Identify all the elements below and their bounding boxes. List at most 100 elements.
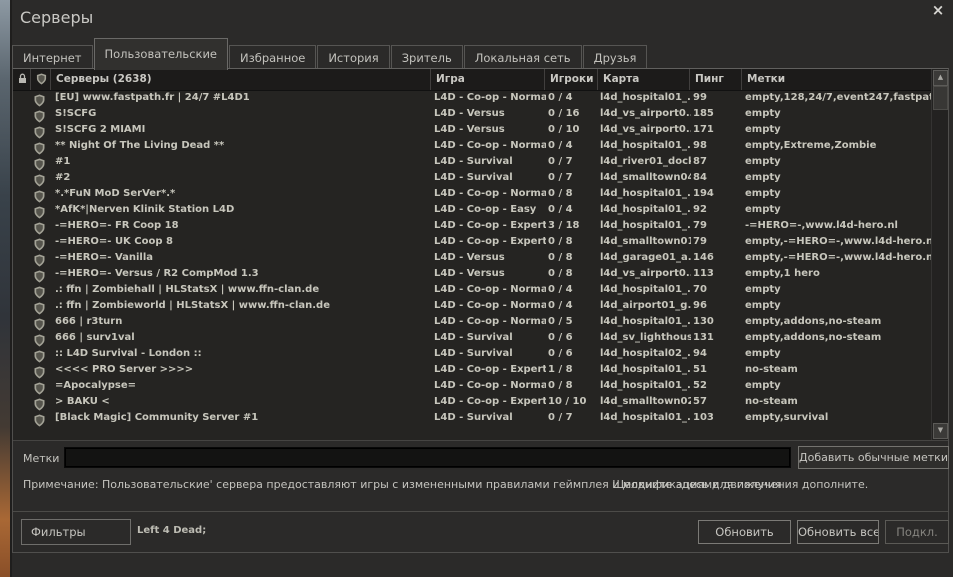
server-row[interactable]: -=HERO=- Versus / R2 CompMod 1.3 L4D - V… bbox=[13, 266, 948, 282]
server-ping: 113 bbox=[693, 268, 743, 281]
scroll-down-button[interactable]: ▼ bbox=[933, 423, 948, 439]
server-name: =Apocalypse= bbox=[55, 380, 431, 393]
server-players: 0 / 7 bbox=[548, 156, 598, 169]
scroll-up-button[interactable]: ▲ bbox=[933, 70, 948, 86]
server-tags: empty,survival bbox=[745, 412, 934, 425]
server-map: l4d_hospital01_... bbox=[600, 364, 691, 377]
server-row[interactable]: *AfK*|Nerven Klinik Station L4D L4D - Co… bbox=[13, 202, 948, 218]
server-players: 0 / 4 bbox=[548, 300, 598, 313]
note-overlap: и модификациями движенияЩелкните здесь д… bbox=[612, 478, 798, 491]
server-game: L4D - Survival bbox=[434, 332, 546, 345]
server-row[interactable]: -=HERO=- FR Coop 18 L4D - Co-op - Expert… bbox=[13, 218, 948, 234]
vac-shield-icon bbox=[33, 204, 46, 217]
server-row[interactable]: -=HERO=- Vanilla L4D - Versus 0 / 8 l4d_… bbox=[13, 250, 948, 266]
close-icon[interactable]: × bbox=[929, 1, 947, 19]
server-row[interactable]: > BAKU < L4D - Co-op - Expert 10 / 10 l4… bbox=[13, 394, 948, 410]
column-header-game[interactable]: Игра bbox=[430, 69, 544, 90]
server-tags: empty,addons,no-steam bbox=[745, 316, 934, 329]
server-ping: 185 bbox=[693, 108, 743, 121]
note-text: Примечание: Пользовательские' сервера пр… bbox=[23, 478, 938, 492]
vac-shield-icon bbox=[33, 396, 46, 409]
server-row[interactable]: [Black Magic] Community Server #1 L4D - … bbox=[13, 410, 948, 426]
tags-input[interactable] bbox=[64, 447, 791, 468]
server-list: [EU] www.fastpath.fr | 24/7 #L4D1 L4D - … bbox=[13, 90, 948, 439]
server-ping: 79 bbox=[693, 220, 743, 233]
server-row[interactable]: -=HERO=- UK Coop 8 L4D - Co-op - Expert … bbox=[13, 234, 948, 250]
server-ping: 171 bbox=[693, 124, 743, 137]
server-ping: 51 bbox=[693, 364, 743, 377]
server-tags: empty,128,24/7,event247,fastpath.fr,linu… bbox=[745, 92, 934, 105]
server-ping: 57 bbox=[693, 396, 743, 409]
server-map: l4d_hospital01_... bbox=[600, 220, 691, 233]
server-game: L4D - Co-op - Normal bbox=[434, 380, 546, 393]
server-name: 666 | r3turn bbox=[55, 316, 431, 329]
vac-shield-icon bbox=[33, 300, 46, 313]
window-title: Серверы bbox=[20, 8, 93, 27]
server-map: l4d_hospital01_... bbox=[600, 204, 691, 217]
server-players: 0 / 8 bbox=[548, 380, 598, 393]
server-name: 666 | surv1val bbox=[55, 332, 431, 345]
refresh-button[interactable]: Обновить bbox=[698, 520, 791, 544]
shield-column-header[interactable] bbox=[30, 69, 50, 90]
lock-column-header[interactable] bbox=[13, 69, 30, 90]
server-ping: 87 bbox=[693, 156, 743, 169]
server-game: L4D - Co-op - Expert bbox=[434, 236, 546, 249]
server-row[interactable]: #2 L4D - Survival 0 / 7 l4d_smalltown04.… bbox=[13, 170, 948, 186]
server-row[interactable]: #1 L4D - Survival 0 / 7 l4d_river01_dock… bbox=[13, 154, 948, 170]
scrollbar[interactable]: ▲ ▼ bbox=[931, 69, 948, 440]
server-row[interactable]: [EU] www.fastpath.fr | 24/7 #L4D1 L4D - … bbox=[13, 90, 948, 106]
server-row[interactable]: S!SCFG L4D - Versus 0 / 16 l4d_vs_airpor… bbox=[13, 106, 948, 122]
server-ping: 130 bbox=[693, 316, 743, 329]
server-map: l4d_smalltown04... bbox=[600, 172, 691, 185]
server-name: .: ffn | Zombieworld | HLStatsX | www.ff… bbox=[55, 300, 431, 313]
tab-7[interactable]: Друзья bbox=[583, 45, 648, 70]
server-ping: 94 bbox=[693, 348, 743, 361]
server-name: S!SCFG bbox=[55, 108, 431, 121]
server-row[interactable]: =Apocalypse= L4D - Co-op - Normal 0 / 8 … bbox=[13, 378, 948, 394]
tab-2[interactable]: Пользовательские bbox=[94, 38, 229, 70]
tab-4[interactable]: История bbox=[317, 45, 389, 70]
column-header-map[interactable]: Карта bbox=[597, 69, 689, 90]
server-name: #2 bbox=[55, 172, 431, 185]
server-players: 0 / 4 bbox=[548, 140, 598, 153]
server-game: L4D - Co-op - Expert bbox=[434, 220, 546, 233]
add-common-tags-button[interactable]: Добавить обычные метки. bbox=[798, 446, 949, 469]
server-row[interactable]: *.*FuN MoD SerVer*.* L4D - Co-op - Norma… bbox=[13, 186, 948, 202]
filters-button[interactable]: Фильтры bbox=[21, 519, 131, 545]
tab-6[interactable]: Локальная сеть bbox=[464, 45, 582, 70]
active-filter-text: Left 4 Dead; bbox=[137, 525, 206, 536]
server-tags: empty,1 hero bbox=[745, 268, 934, 281]
server-row[interactable]: 666 | r3turn L4D - Co-op - Normal 0 / 5 … bbox=[13, 314, 948, 330]
tab-5[interactable]: Зритель bbox=[391, 45, 463, 70]
vac-shield-icon bbox=[33, 252, 46, 265]
server-tags: empty bbox=[745, 108, 934, 121]
vac-shield-icon bbox=[33, 332, 46, 345]
scroll-thumb[interactable] bbox=[933, 86, 948, 110]
column-header-ping[interactable]: Пинг bbox=[689, 69, 741, 90]
server-tags: empty bbox=[745, 300, 934, 313]
tags-label: Метки bbox=[23, 452, 59, 465]
server-game: L4D - Co-op - Normal bbox=[434, 188, 546, 201]
server-game: L4D - Co-op - Normal bbox=[434, 300, 546, 313]
server-row[interactable]: <<<< PRO Server >>>> L4D - Co-op - Exper… bbox=[13, 362, 948, 378]
tab-3[interactable]: Избранное bbox=[229, 45, 316, 70]
column-header-tags[interactable]: Метки bbox=[741, 69, 933, 90]
server-row[interactable]: ** Night Of The Living Dead ** L4D - Co-… bbox=[13, 138, 948, 154]
column-header-players[interactable]: Игроки bbox=[544, 69, 597, 90]
column-header-servers[interactable]: Серверы (2638) bbox=[50, 69, 430, 90]
connect-button[interactable]: Подкл. bbox=[885, 520, 949, 544]
server-row[interactable]: S!SCFG 2 MIAMI L4D - Versus 0 / 10 l4d_v… bbox=[13, 122, 948, 138]
server-players: 0 / 4 bbox=[548, 204, 598, 217]
server-ping: 92 bbox=[693, 204, 743, 217]
server-row[interactable]: :: L4D Survival - London :: L4D - Surviv… bbox=[13, 346, 948, 362]
server-row[interactable]: .: ffn | Zombieworld | HLStatsX | www.ff… bbox=[13, 298, 948, 314]
vac-shield-icon bbox=[33, 140, 46, 153]
server-row[interactable]: .: ffn | Zombiehall | HLStatsX | www.ffn… bbox=[13, 282, 948, 298]
server-tags: empty bbox=[745, 156, 934, 169]
server-map: l4d_vs_airport0... bbox=[600, 124, 691, 137]
refresh-all-button[interactable]: Обновить все bbox=[797, 520, 879, 544]
tab-1[interactable]: Интернет bbox=[12, 45, 93, 70]
server-ping: 70 bbox=[693, 284, 743, 297]
server-tags: empty,-=HERO=-,www.l4d-hero.nl bbox=[745, 236, 934, 249]
server-row[interactable]: 666 | surv1val L4D - Survival 0 / 6 l4d_… bbox=[13, 330, 948, 346]
